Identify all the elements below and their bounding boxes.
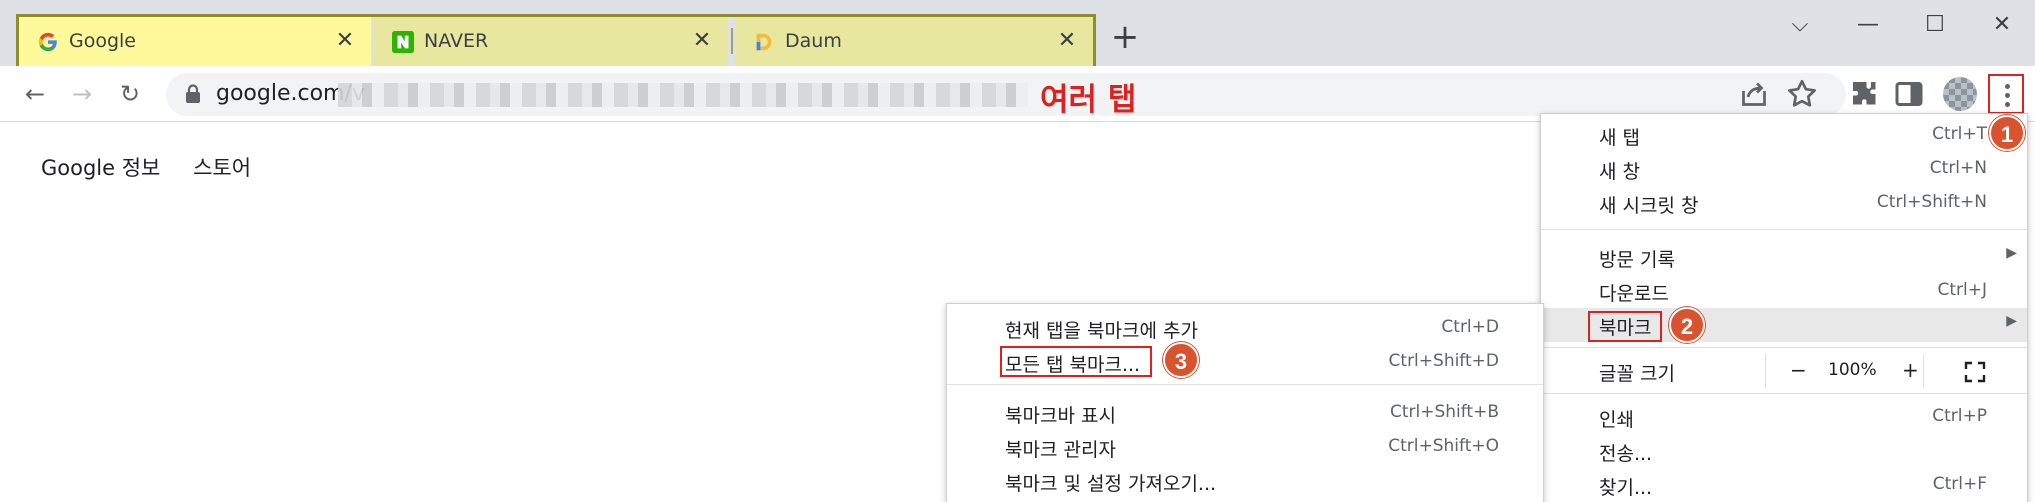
extensions-icon[interactable] — [1847, 76, 1883, 112]
menu-item-new-tab[interactable]: 새 탭 Ctrl+T — [1541, 118, 2027, 152]
new-tab-button[interactable]: + — [1108, 20, 1142, 56]
maximize-button[interactable]: ☐ — [1915, 10, 1955, 40]
chrome-menu-button[interactable] — [1988, 74, 2024, 114]
tab-title: NAVER — [424, 30, 489, 52]
daum-favicon-icon — [756, 33, 772, 51]
tab-strip: Google ✕ NAVER ✕ Daum ✕ + ⌵ — ☐ ✕ — [0, 0, 2035, 68]
menu-separator — [1541, 347, 2027, 348]
menu-item-new-window[interactable]: 새 창 Ctrl+N — [1541, 152, 2027, 186]
submenu-arrow-icon: ▶ — [2006, 245, 2017, 261]
link-store[interactable]: 스토어 — [193, 156, 251, 180]
tab-google[interactable]: Google ✕ — [19, 17, 371, 66]
lock-icon — [186, 84, 200, 103]
highlight-box-bookmarks — [1588, 311, 1662, 342]
tab-separator — [731, 28, 733, 54]
google-favicon-icon — [38, 32, 57, 52]
share-icon[interactable] — [1736, 76, 1772, 112]
chrome-main-menu: 새 탭 Ctrl+T 새 창 Ctrl+N 새 시크릿 창 Ctrl+Shift… — [1540, 113, 2028, 502]
tab-naver[interactable]: NAVER ✕ — [374, 17, 728, 66]
fullscreen-icon[interactable] — [1964, 361, 1986, 383]
blurred-url — [338, 83, 1028, 107]
tab-close-icon[interactable]: ✕ — [1053, 27, 1081, 55]
back-button[interactable]: ← — [17, 76, 53, 112]
menu-item-downloads[interactable]: 다운로드 Ctrl+J — [1541, 274, 2027, 308]
zoom-out-button[interactable]: − — [1790, 358, 1807, 382]
submenu-item-import-bookmarks[interactable]: 북마크 및 설정 가져오기... — [947, 464, 1543, 498]
tab-title: Daum — [785, 30, 842, 52]
submenu-item-bookmark-this-tab[interactable]: 현재 탭을 북마크에 추가 Ctrl+D — [947, 311, 1543, 345]
fullscreen-box — [1923, 354, 2029, 388]
highlight-box-bookmark-all-tabs — [1000, 346, 1152, 377]
submenu-item-show-bookmarks-bar[interactable]: 북마크바 표시 Ctrl+Shift+B — [947, 396, 1543, 430]
step-badge-1: 1 — [1989, 115, 2025, 151]
step-badge-3: 3 — [1163, 342, 1199, 378]
menu-item-incognito[interactable]: 새 시크릿 창 Ctrl+Shift+N — [1541, 186, 2027, 220]
menu-separator — [1541, 393, 2027, 394]
tab-search-icon[interactable]: ⌵ — [1780, 10, 1820, 40]
bookmark-submenu: 현재 탭을 북마크에 추가 Ctrl+D 모든 탭 북마크... Ctrl+Sh… — [946, 303, 1544, 502]
zoom-level: 100% — [1828, 360, 1877, 380]
menu-item-print[interactable]: 인쇄 Ctrl+P — [1541, 400, 2027, 434]
naver-favicon-icon — [392, 31, 414, 53]
tab-close-icon[interactable]: ✕ — [331, 27, 359, 55]
annotation-multiple-tabs: 여러 탭 — [1040, 82, 1137, 118]
submenu-item-bookmark-manager[interactable]: 북마크 관리자 Ctrl+Shift+O — [947, 430, 1543, 464]
menu-item-history[interactable]: 방문 기록 ▶ — [1541, 240, 2027, 274]
submenu-arrow-icon: ▶ — [2006, 313, 2017, 329]
profile-avatar[interactable] — [1943, 77, 1977, 111]
bookmark-star-icon[interactable] — [1784, 76, 1820, 112]
address-bar[interactable]: google.com/v — [166, 73, 1846, 116]
reload-button[interactable]: ↻ — [112, 76, 148, 112]
menu-item-cast[interactable]: 전송... — [1541, 434, 2027, 468]
step-badge-2: 2 — [1669, 307, 1705, 343]
menu-item-find[interactable]: 찾기... Ctrl+F — [1541, 468, 2027, 502]
menu-separator — [947, 384, 1543, 385]
minimize-button[interactable]: — — [1848, 10, 1888, 40]
google-header-links: Google 정보 스토어 — [41, 152, 277, 182]
menu-item-font-size: 글꼴 크기 − 100% + — [1541, 354, 2027, 388]
close-window-button[interactable]: ✕ — [1982, 10, 2022, 40]
tab-close-icon[interactable]: ✕ — [688, 27, 716, 55]
link-about-google[interactable]: Google 정보 — [41, 156, 160, 180]
menu-separator — [1541, 229, 2027, 230]
tab-daum[interactable]: Daum ✕ — [735, 17, 1093, 66]
forward-button[interactable]: → — [64, 76, 100, 112]
tab-title: Google — [69, 30, 137, 52]
side-panel-icon[interactable] — [1891, 76, 1927, 112]
zoom-in-button[interactable]: + — [1902, 358, 1919, 382]
